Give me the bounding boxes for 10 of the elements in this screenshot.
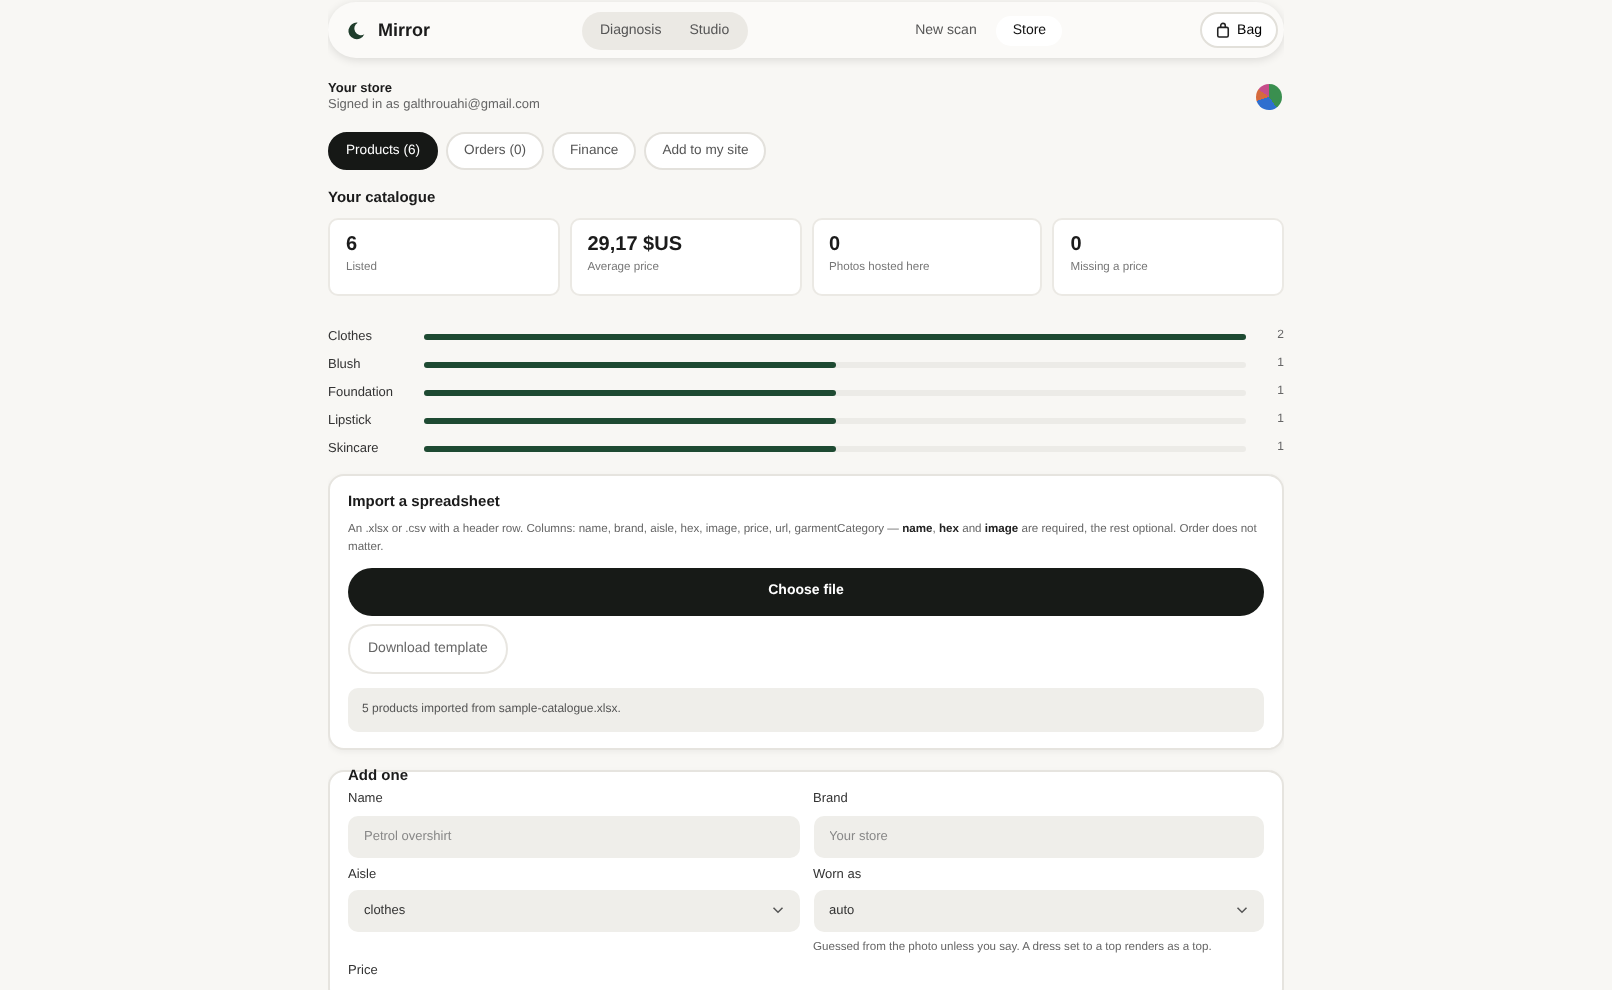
chevron-down-icon xyxy=(771,906,783,915)
brand-name[interactable]: Mirror xyxy=(378,20,431,40)
stat-value: 0 xyxy=(829,234,843,256)
chevron-down-icon xyxy=(1236,906,1248,915)
crescent-moon-icon xyxy=(346,19,366,41)
stat-value: 0 xyxy=(1070,234,1084,256)
stat-value: 6 xyxy=(346,234,360,256)
avatar-circle[interactable] xyxy=(1256,84,1282,110)
shopping-bag-icon xyxy=(1215,22,1230,38)
stat-value: 29,17 $US xyxy=(587,234,685,256)
